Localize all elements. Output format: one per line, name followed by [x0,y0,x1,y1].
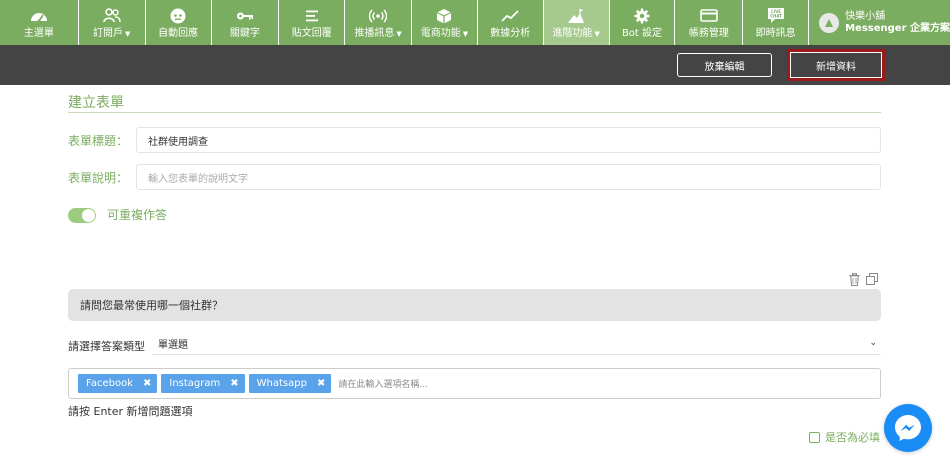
account-plan: Messenger 企業方案 [845,22,950,34]
reply-icon [305,6,319,26]
top-navigation: 主選單 訂閱戶 ▼ 自動回應 關鍵字 貼文回覆 推播訊息 ▼ 電商功能 ▼ 數據… [0,0,950,45]
option-tag: Instagram ✖ [161,374,245,393]
copy-icon[interactable] [866,272,878,286]
credit-card-icon [700,6,718,26]
account-name: 快樂小舖 [845,10,886,22]
required-label: 是否為必填 [825,431,880,444]
nav-item-subscribers[interactable]: 訂閱戶 ▼ [79,0,146,45]
nav-label: 貼文回覆 [291,27,332,39]
avatar [819,12,840,33]
option-tag-label: Whatsapp [256,378,307,389]
nav-item-auto-reply[interactable]: 自動回應 [146,0,212,45]
option-tag: Whatsapp ✖ [248,374,332,393]
nav-label: 帳務管理 [688,27,729,39]
nav-label: 推播訊息 [354,27,395,39]
nav-item-analytics[interactable]: 數據分析 [478,0,544,45]
discard-edit-button[interactable]: 放棄編輯 [677,53,772,77]
divider [68,112,881,113]
add-data-highlight: 新增資料 [787,49,885,81]
nav-label: 訂閱戶 [93,27,124,39]
options-tag-input[interactable]: Facebook ✖ Instagram ✖ Whatsapp ✖ 請在此輸入選… [68,368,881,399]
dashboard-gauge-icon [30,6,48,26]
nav-item-live-chat[interactable]: LIVE CHAT 即時訊息 [743,0,810,45]
nav-item-ecommerce[interactable]: 電商功能 ▼ [412,0,478,45]
remove-option-icon[interactable]: ✖ [230,378,238,389]
account-menu[interactable]: 快樂小舖 Messenger 企業方案 [809,0,950,45]
line-chart-icon [501,6,519,26]
nav-item-keywords[interactable]: 關鍵字 [212,0,280,45]
nav-label: 數據分析 [490,27,531,39]
checkbox-icon [809,431,820,443]
nav-label: 自動回應 [158,27,199,39]
users-icon [102,6,121,26]
nav-item-advanced[interactable]: 進階功能 ▼ [543,0,610,45]
repeat-answer-label: 可重複作答 [107,208,168,222]
nav-label: 即時訊息 [755,27,796,39]
caret-down-icon: ▼ [125,29,131,38]
answer-type-value: 單選題 [158,340,188,351]
key-icon [236,6,254,26]
nav-label: 電商功能 [420,27,461,39]
toggle-knob [82,209,95,222]
option-name-input[interactable]: 請在此輸入選項名稱... [338,377,428,390]
form-description-label: 表單說明： [68,171,129,185]
messenger-chat-button[interactable] [884,404,932,452]
nav-item-bot-settings[interactable]: Bot 設定 [610,0,676,45]
mountain-flag-icon [567,6,585,26]
nav-item-post-reply[interactable]: 貼文回覆 [279,0,346,45]
repeat-answer-toggle[interactable] [68,208,96,223]
add-option-hint: 請按 Enter 新增問題選項 [68,405,193,418]
remove-option-icon[interactable]: ✖ [317,378,325,389]
form-title-input[interactable]: 社群使用調查 [136,127,881,153]
nav-label: 主選單 [23,27,54,39]
nav-label: 關鍵字 [229,27,260,39]
gear-icon [634,6,650,26]
form-description-input[interactable]: 輸入您表單的說明文字 [136,164,881,190]
live-chat-icon: LIVE CHAT [767,6,785,26]
page-title: 建立表單 [68,95,124,111]
caret-down-icon: ▼ [594,29,600,38]
nav-label: 進階功能 [552,27,593,39]
option-tag-label: Instagram [169,378,221,389]
option-tag-label: Facebook [86,378,133,389]
action-bar: 放棄編輯 新增資料 [0,45,950,85]
remove-option-icon[interactable]: ✖ [143,378,151,389]
chevron-down-icon: ⌄ [869,338,877,348]
option-tag: Facebook ✖ [78,374,158,393]
broadcast-icon [369,6,388,26]
question-text-input[interactable]: 請問您最常使用哪一個社群？ [68,289,881,321]
box-icon [436,6,452,26]
add-data-button[interactable]: 新增資料 [790,52,882,78]
svg-text:CHAT: CHAT [770,14,782,19]
answer-type-label: 請選擇答案類型 [68,340,145,353]
answer-type-select[interactable]: 單選題 ⌄ [152,333,881,355]
caret-down-icon: ▼ [396,29,402,38]
nav-item-broadcast[interactable]: 推播訊息 ▼ [345,0,413,45]
form-title-label: 表單標題： [68,134,129,148]
robot-icon [170,6,186,26]
nav-item-billing[interactable]: 帳務管理 [675,0,744,45]
caret-down-icon: ▼ [462,29,469,38]
nav-item-main-menu[interactable]: 主選單 [0,0,79,45]
required-checkbox[interactable]: 是否為必填 [809,429,880,445]
messenger-icon [895,415,921,441]
trash-icon[interactable] [848,272,860,286]
nav-label: Bot 設定 [621,27,663,39]
